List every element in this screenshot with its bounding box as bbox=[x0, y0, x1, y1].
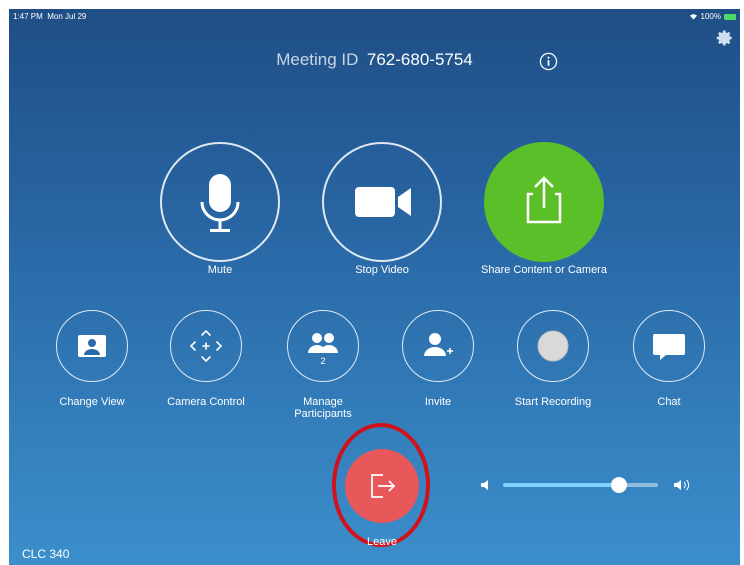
add-person-icon bbox=[424, 333, 453, 356]
chat-label: Chat bbox=[657, 396, 681, 408]
status-time: 1:47 PM Mon Jul 29 bbox=[13, 12, 86, 21]
status-indicators: 100% bbox=[689, 12, 736, 21]
mute-label: Mute bbox=[207, 264, 233, 276]
change-view-button[interactable] bbox=[56, 310, 128, 382]
volume-high-icon bbox=[674, 479, 690, 491]
meeting-id-label: Meeting ID bbox=[276, 50, 359, 69]
record-icon bbox=[537, 330, 569, 362]
manage-participants-label-line2: Participants bbox=[294, 408, 352, 420]
microphone-icon bbox=[200, 174, 240, 232]
camera-control-arrows-icon bbox=[189, 329, 223, 363]
share-upload-icon bbox=[526, 176, 562, 224]
status-date: Mon Jul 29 bbox=[47, 12, 87, 21]
info-icon[interactable] bbox=[539, 52, 558, 71]
change-view-icon bbox=[78, 335, 106, 357]
battery-icon bbox=[724, 13, 736, 20]
leave-label: Leave bbox=[367, 536, 397, 548]
video-camera-icon bbox=[355, 187, 411, 217]
change-view-label: Change View bbox=[59, 396, 125, 408]
camera-control-button[interactable] bbox=[170, 310, 242, 382]
status-bar: 1:47 PM Mon Jul 29 100% bbox=[9, 9, 740, 27]
share-content-button[interactable] bbox=[484, 142, 604, 262]
manage-participants-label: Manage Participants bbox=[263, 396, 383, 420]
start-recording-button[interactable] bbox=[517, 310, 589, 382]
volume-slider[interactable] bbox=[503, 477, 658, 493]
camera-control-label: Camera Control bbox=[167, 396, 245, 408]
volume-slider-fill bbox=[503, 483, 620, 487]
mute-button[interactable] bbox=[160, 142, 280, 262]
wifi-icon bbox=[689, 14, 697, 20]
room-name: CLC 340 bbox=[22, 547, 70, 561]
manage-participants-label-line1: Manage bbox=[303, 396, 343, 408]
meeting-id: Meeting ID 762-680-5754 bbox=[9, 50, 740, 70]
participants-icon bbox=[308, 333, 338, 353]
volume-slider-knob[interactable] bbox=[611, 477, 628, 493]
participant-count: 2 bbox=[320, 356, 326, 366]
stop-video-button[interactable] bbox=[322, 142, 442, 262]
manage-participants-button[interactable]: 2 bbox=[287, 310, 359, 382]
start-recording-label: Start Recording bbox=[514, 396, 592, 408]
settings-gear-icon[interactable] bbox=[716, 29, 734, 47]
battery-percent: 100% bbox=[700, 12, 721, 21]
invite-button[interactable] bbox=[402, 310, 474, 382]
volume-low-icon bbox=[481, 480, 488, 490]
meeting-id-value: 762-680-5754 bbox=[366, 50, 473, 69]
status-clock: 1:47 PM bbox=[13, 12, 43, 21]
leave-highlight-ring bbox=[332, 423, 430, 547]
invite-label: Invite bbox=[424, 396, 452, 408]
chat-bubble-icon bbox=[653, 334, 685, 360]
chat-button[interactable] bbox=[633, 310, 705, 382]
share-content-label: Share Content or Camera bbox=[481, 264, 607, 276]
zoom-room-controller: 1:47 PM Mon Jul 29 100% Meeting ID 762-6… bbox=[9, 9, 740, 565]
stop-video-label: Stop Video bbox=[355, 264, 409, 276]
